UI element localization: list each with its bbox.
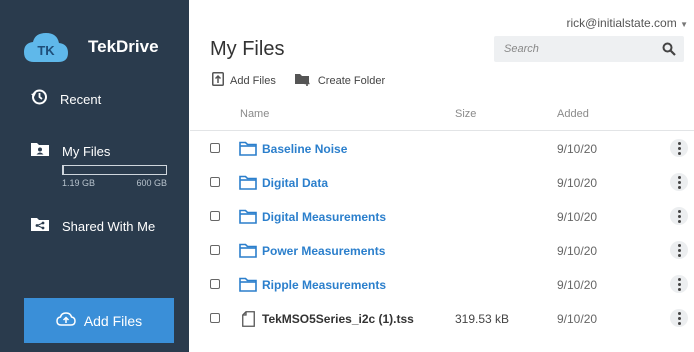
brand-logo[interactable]: TK TekDrive [22,30,159,64]
create-folder-label: Create Folder [317,74,386,87]
item-added-date: 9/10/20 [557,278,598,292]
more-options-icon[interactable] [670,275,688,293]
row-checkbox[interactable] [210,245,220,255]
quota-total: 600 GB [136,178,167,188]
add-files-label: Add Files [83,312,143,329]
file-icon [242,311,255,332]
new-folder-icon [294,72,312,89]
create-folder-button[interactable]: Create Folder [294,72,385,89]
item-name[interactable]: TekMSO5Series_i2c (1).tss [262,312,414,326]
more-options-icon[interactable] [670,309,688,327]
brand-name: TekDrive [88,37,159,56]
sidebar-item-label: My Files [62,144,111,159]
user-email: rick@initialstate.com [566,16,677,30]
table-row[interactable]: Baseline Noise 9/10/20 [190,132,694,166]
column-header-added[interactable]: Added [557,108,589,120]
item-name[interactable]: Baseline Noise [262,142,347,156]
header-divider [190,130,694,131]
sidebar-item-my-files[interactable]: My Files [30,141,110,162]
item-added-date: 9/10/20 [557,176,598,190]
row-checkbox[interactable] [210,143,220,153]
table-row[interactable]: Power Measurements 9/10/20 [190,234,694,268]
cloud-upload-icon [56,312,76,329]
more-options-icon[interactable] [670,241,688,259]
svg-text:TK: TK [37,43,55,58]
item-added-date: 9/10/20 [557,210,598,224]
upload-file-icon [212,72,224,89]
search-icon[interactable] [662,42,676,61]
sidebar-item-label: Shared With Me [62,219,156,234]
row-checkbox[interactable] [210,177,220,187]
table-row[interactable]: Digital Measurements 9/10/20 [190,200,694,234]
add-files-button[interactable]: Add Files [24,298,174,343]
item-name[interactable]: Digital Data [262,176,328,190]
folder-icon [239,175,257,195]
item-name[interactable]: Digital Measurements [262,210,386,224]
item-added-date: 9/10/20 [557,142,598,156]
add-files-toolbar-label: Add Files [230,74,276,87]
folder-icon [239,209,257,229]
sidebar-item-shared[interactable]: Shared With Me [30,216,155,237]
row-checkbox[interactable] [210,211,220,221]
more-options-icon[interactable] [670,173,688,191]
shared-folder-icon [30,216,50,237]
item-added-date: 9/10/20 [557,312,598,326]
quota-used: 1.19 GB [62,178,96,188]
more-options-icon[interactable] [670,139,688,157]
table-header: Name Size Added [190,108,694,130]
folder-icon [239,243,257,263]
tekdrive-cloud-icon: TK [22,30,70,64]
storage-quota: 1.19 GB 600 GB [62,165,167,188]
item-size: 319.53 kB [455,312,510,326]
user-folder-icon [30,141,50,162]
table-row[interactable]: Ripple Measurements 9/10/20 [190,268,694,302]
page-title: My Files [210,38,285,60]
search-input[interactable]: Search [494,36,684,62]
item-added-date: 9/10/20 [557,244,598,258]
item-name[interactable]: Ripple Measurements [262,278,386,292]
item-name[interactable]: Power Measurements [262,244,385,258]
caret-down-icon: ▼ [680,20,688,29]
folder-icon [239,277,257,297]
sidebar-item-label: Recent [60,92,102,107]
row-checkbox[interactable] [210,279,220,289]
sidebar-item-recent[interactable]: Recent [30,88,101,111]
column-header-size[interactable]: Size [455,108,476,120]
quota-fill [63,166,65,174]
user-menu[interactable]: rick@initialstate.com ▼ [567,16,688,30]
history-icon [30,88,48,111]
folder-icon [239,141,257,161]
sidebar: TK TekDrive Recent My Files 1.19 GB 600 … [0,0,189,352]
more-options-icon[interactable] [670,207,688,225]
add-files-toolbar-button[interactable]: Add Files [212,72,276,89]
row-checkbox[interactable] [210,313,220,323]
quota-bar [62,165,167,175]
table-row[interactable]: TekMSO5Series_i2c (1).tss 319.53 kB 9/10/2… [190,302,694,336]
column-header-name[interactable]: Name [240,108,269,120]
table-row[interactable]: Digital Data 9/10/20 [190,166,694,200]
search-placeholder: Search [504,43,539,55]
file-toolbar: Add Files Create Folder [212,72,385,89]
